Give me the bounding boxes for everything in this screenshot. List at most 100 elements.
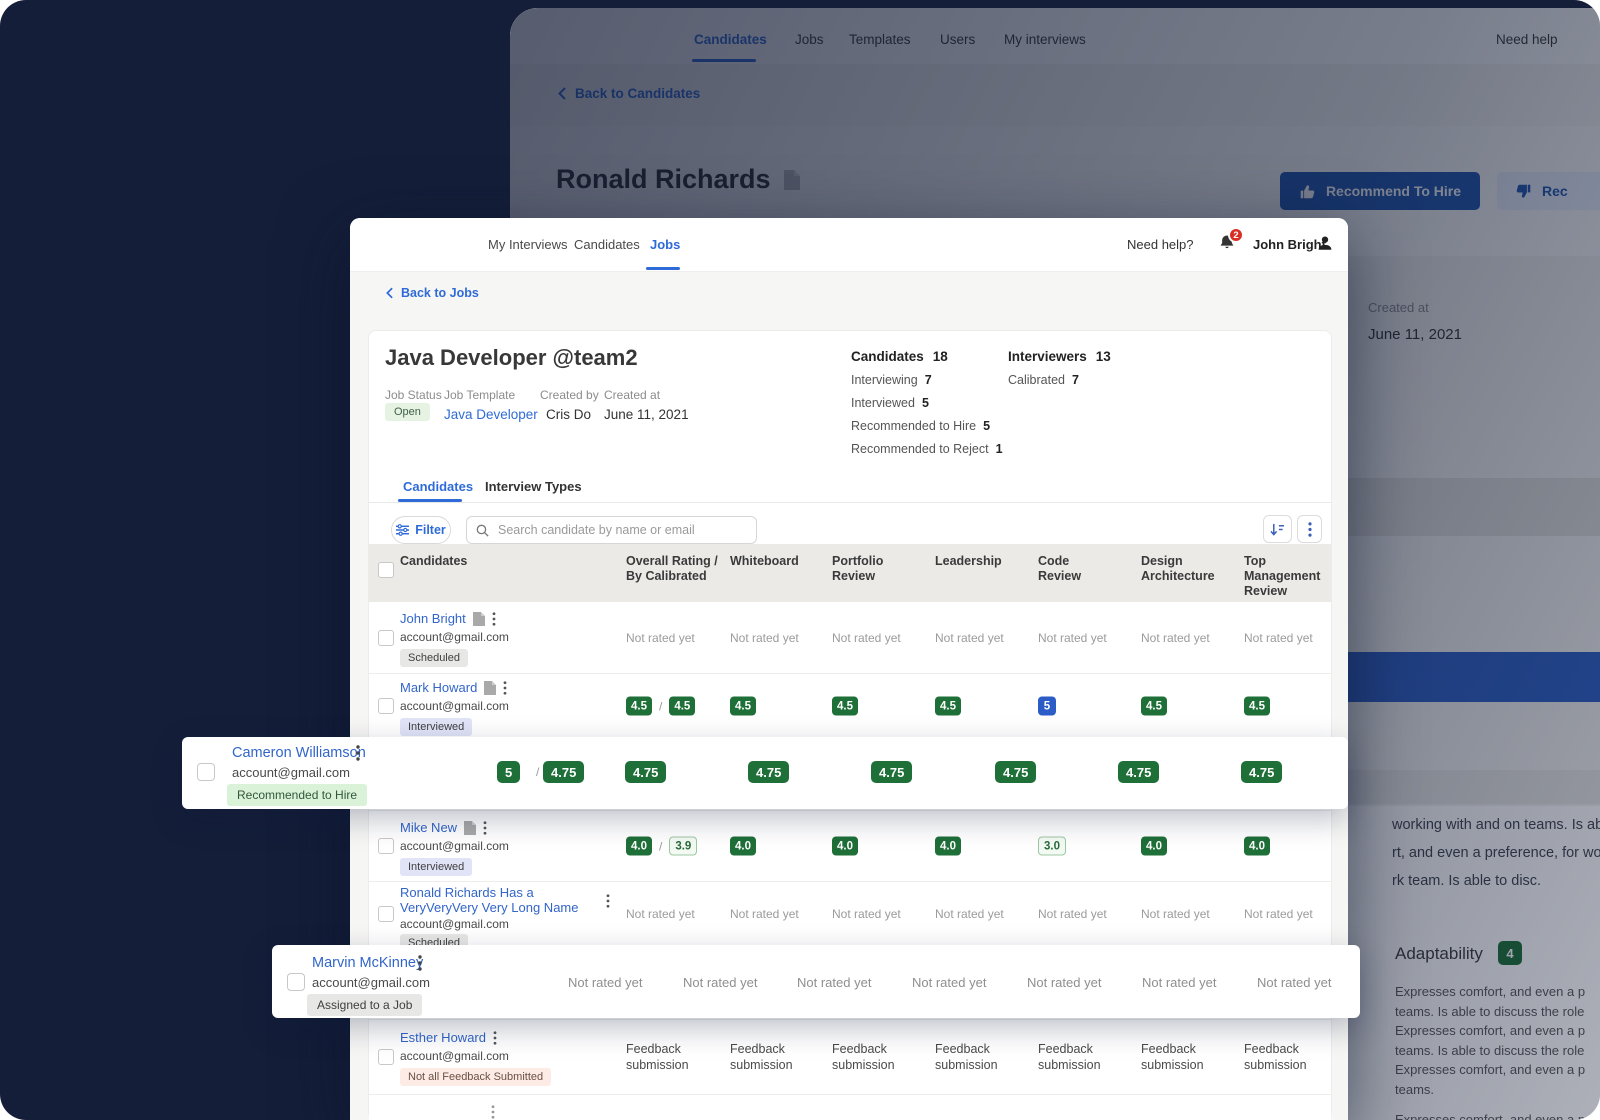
col-top-management-review: Top Management Review: [1244, 554, 1320, 599]
candidate-name-link[interactable]: Marvin McKinney: [312, 955, 423, 971]
rating-cell: Not rated yet: [1038, 631, 1107, 645]
rating-cell: Not rated yet: [1141, 907, 1210, 921]
bg-need-help-link: Need help: [1496, 32, 1558, 47]
rating-cell: Not rated yet: [1141, 631, 1210, 645]
candidate-email: account@gmail.com: [400, 917, 605, 931]
row-kebab-icon[interactable]: [418, 955, 422, 971]
row-checkbox[interactable]: [197, 763, 215, 781]
rating-cell: Not rated yet: [626, 631, 695, 645]
rating-cell: Feedback submission: [1141, 1041, 1211, 1073]
row-kebab-icon[interactable]: [491, 1105, 495, 1119]
need-help-link[interactable]: Need help?: [1127, 237, 1194, 252]
bg-text-fragment: rt, and even a preference, for working: [1392, 845, 1600, 861]
tab-jobs[interactable]: Jobs: [650, 237, 680, 252]
row-checkbox[interactable]: [378, 1049, 394, 1065]
rating-cell: 4.0: [730, 837, 756, 856]
select-all-checkbox[interactable]: [378, 562, 394, 578]
candidates-stats: Candidates18 Interviewing7 Interviewed5 …: [851, 349, 1003, 456]
rating-cell: 4.0/3.9: [626, 837, 697, 856]
row-kebab-icon[interactable]: [483, 821, 487, 835]
row-kebab-icon[interactable]: [503, 681, 507, 695]
candidate-name-link[interactable]: Ronald Richards Has a VeryVeryVery Very …: [400, 885, 605, 915]
bg-back-to-candidates-link: Back to Candidates: [558, 86, 700, 101]
card-tab-interview-types[interactable]: Interview Types: [485, 479, 582, 494]
filter-button[interactable]: Filter: [391, 516, 451, 544]
candidate-name-link[interactable]: Mike New: [400, 820, 457, 835]
resume-icon[interactable]: [473, 612, 485, 626]
tab-candidates[interactable]: Candidates: [574, 237, 640, 252]
table-menu-button[interactable]: [1297, 515, 1322, 543]
bg-tab-users: Users: [940, 32, 975, 47]
tab-my-interviews[interactable]: My Interviews: [488, 237, 567, 252]
candidate-email: account@gmail.com: [400, 630, 615, 644]
job-template-link[interactable]: Java Developer: [444, 407, 538, 422]
created-at-value: June 11, 2021: [604, 407, 689, 422]
resume-icon[interactable]: [464, 821, 476, 835]
stats-candidates-count: 18: [933, 349, 948, 364]
table-row: Mark Howard account@gmail.com Interviewe…: [369, 673, 1331, 738]
rating-badge: 5: [497, 761, 520, 783]
notification-count-badge: 2: [1228, 227, 1244, 243]
row-kebab-icon[interactable]: [606, 894, 610, 908]
resume-icon[interactable]: [484, 681, 496, 695]
rating-cell: 4.0: [935, 837, 961, 856]
row-checkbox[interactable]: [378, 838, 394, 854]
back-to-jobs-link[interactable]: Back to Jobs: [386, 286, 479, 300]
rating-cell: Not rated yet: [1257, 975, 1331, 990]
col-portfolio-review: Portfolio Review: [832, 554, 883, 584]
candidate-name-link[interactable]: Esther Howard: [400, 1030, 486, 1045]
rating-cell: 4.5: [935, 697, 961, 716]
rating-cell: Feedback submission: [832, 1041, 902, 1073]
rating-cell: Not rated yet: [1244, 907, 1313, 921]
rating-cell: Feedback submission: [730, 1041, 800, 1073]
candidate-email: account@gmail.com: [232, 765, 350, 780]
search-input[interactable]: [496, 522, 747, 538]
rating-badge: 4.75: [995, 761, 1036, 783]
user-avatar-icon[interactable]: [1316, 233, 1334, 253]
job-status-badge: Open: [385, 403, 430, 421]
candidate-email: account@gmail.com: [400, 839, 615, 853]
rating-cell: Not rated yet: [832, 631, 901, 645]
stats-interviewers-title: Interviewers: [1008, 349, 1087, 364]
row-kebab-icon[interactable]: [493, 1031, 497, 1045]
row-checkbox[interactable]: [378, 630, 394, 646]
rating-cell: 4.5: [1141, 697, 1167, 716]
rating-cell: Not rated yet: [626, 907, 695, 921]
candidate-name-link[interactable]: Cameron Williamson: [232, 745, 366, 761]
bg-candidate-name: Ronald Richards: [556, 164, 800, 195]
user-name[interactable]: John Bright: [1253, 237, 1326, 252]
table-row: John Bright account@gmail.com Scheduled …: [369, 602, 1331, 673]
active-tab-underline: [646, 267, 680, 270]
bg-tab-templates: Templates: [849, 32, 911, 47]
rating-cell: Not rated yet: [730, 631, 799, 645]
search-box: [466, 516, 757, 544]
status-badge: Interviewed: [400, 858, 472, 876]
bg-adaptability-card: Adaptability 4 Expresses comfort, and ev…: [1330, 938, 1600, 1120]
row-checkbox[interactable]: [287, 973, 305, 991]
job-title: Java Developer @team2: [385, 345, 638, 371]
sort-button[interactable]: [1263, 515, 1292, 543]
candidate-name-link[interactable]: Mark Howard: [400, 680, 477, 695]
row-kebab-icon[interactable]: [492, 612, 496, 626]
rating-cell: Feedback submission: [1244, 1041, 1314, 1073]
rating-cell: Feedback submission: [1038, 1041, 1108, 1073]
table-row: Mike New account@gmail.com Interviewed 4…: [369, 810, 1331, 881]
chevron-left-icon: [386, 287, 393, 299]
created-by-label: Created by: [540, 388, 599, 402]
rating-badge: 4.75: [625, 761, 666, 783]
bg-active-tab-underline: [692, 59, 756, 62]
stats-candidates-title: Candidates: [851, 349, 924, 364]
bg-created-at-value: June 11, 2021: [1368, 326, 1462, 343]
rating-cell: Not rated yet: [1027, 975, 1101, 990]
bg-tab-jobs: Jobs: [795, 32, 824, 47]
thumbs-up-icon: [1299, 183, 1316, 200]
row-checkbox[interactable]: [378, 906, 394, 922]
created-by-value: Cris Do: [546, 407, 591, 422]
row-checkbox[interactable]: [378, 698, 394, 714]
candidate-name-link[interactable]: John Bright: [400, 611, 466, 626]
table-body: John Bright account@gmail.com Scheduled …: [369, 602, 1331, 1120]
card-tab-candidates[interactable]: Candidates: [403, 479, 473, 494]
col-design-architecture: Design Architecture: [1141, 554, 1215, 584]
row-kebab-icon[interactable]: [356, 745, 360, 761]
app-stage: Candidates Jobs Templates Users My inter…: [0, 0, 1600, 1120]
